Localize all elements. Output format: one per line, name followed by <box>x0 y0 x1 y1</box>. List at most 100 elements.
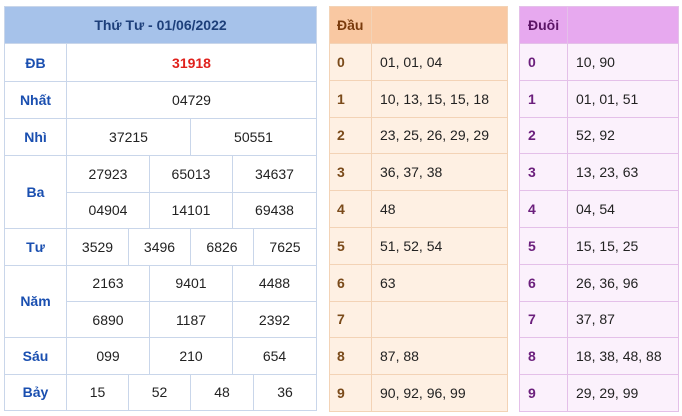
dau-values <box>371 300 508 339</box>
duoi-digit: 1 <box>519 79 568 118</box>
duoi-values: 52, 92 <box>567 116 679 155</box>
results-table: Thứ Tư - 01/06/2022 ĐB 31918 Nhất 04729 … <box>3 5 318 412</box>
prize-number: 654 <box>231 337 318 375</box>
duoi-row: 4 04, 54 <box>519 190 679 228</box>
duoi-row: 0 10, 90 <box>519 43 679 81</box>
prize-number: 2392 <box>231 300 318 339</box>
duoi-digit: 8 <box>519 337 568 376</box>
dau-values: 01, 01, 04 <box>371 43 508 81</box>
dau-values: 90, 92, 96, 99 <box>371 374 508 412</box>
dau-digit: 1 <box>329 79 372 118</box>
prize-number: 6826 <box>190 228 254 266</box>
prize-number: 36 <box>252 373 318 412</box>
dau-values: 10, 13, 15, 15, 18 <box>371 79 508 118</box>
prize-number: 1187 <box>149 300 233 339</box>
dau-digit: 7 <box>329 300 372 339</box>
duoi-values: 04, 54 <box>567 190 679 228</box>
prize-number: 27923 <box>66 155 150 193</box>
prize-number: 14101 <box>149 191 233 230</box>
prize-number: 50551 <box>189 118 318 157</box>
duoi-digit: 4 <box>519 190 568 228</box>
prize-row-nhi: Nhì 37215 50551 <box>4 118 318 157</box>
dau-row: 8 87, 88 <box>329 337 508 376</box>
duoi-values: 18, 38, 48, 88 <box>567 337 679 376</box>
duoi-digit: 7 <box>519 300 568 339</box>
prize-number: 52 <box>128 373 191 412</box>
dau-row: 6 63 <box>329 263 508 302</box>
duoi-row: 8 18, 38, 48, 88 <box>519 337 679 376</box>
dau-digit: 0 <box>329 43 372 81</box>
duoi-values: 26, 36, 96 <box>567 263 679 302</box>
duoi-values: 15, 15, 25 <box>567 226 679 265</box>
prize-row-nam: Năm 2163 9401 4488 <box>4 264 318 339</box>
dau-values: 63 <box>371 263 508 302</box>
prize-number: 65013 <box>149 155 233 193</box>
results-header: Thứ Tư - 01/06/2022 <box>3 5 318 45</box>
prize-row-sau: Sáu 099 210 654 <box>4 337 318 375</box>
dau-row: 2 23, 25, 26, 29, 29 <box>329 116 508 155</box>
duoi-digit: 5 <box>519 226 568 265</box>
dau-row: 1 10, 13, 15, 15, 18 <box>329 79 508 118</box>
prize-number: 099 <box>66 337 150 375</box>
duoi-row: 2 52, 92 <box>519 116 679 155</box>
prize-label-bay: Bảy <box>4 373 67 412</box>
prize-number: 7625 <box>252 228 318 266</box>
dau-digit: 5 <box>329 226 372 265</box>
dau-table: Đầu 0 01, 01, 04 1 10, 13, 15, 15, 18 2 23, 2… <box>329 6 508 412</box>
duoi-header: Đuôi <box>519 6 568 44</box>
dau-header-row: Đầu <box>329 6 508 44</box>
duoi-digit: 6 <box>519 263 568 302</box>
dau-digit: 4 <box>329 190 372 228</box>
duoi-values: 29, 29, 99 <box>567 374 679 412</box>
prize-label-tu: Tư <box>4 228 67 266</box>
duoi-digit: 0 <box>519 43 568 81</box>
prize-label-nhat: Nhất <box>4 80 67 120</box>
duoi-digit: 3 <box>519 153 568 192</box>
duoi-header-row: Đuôi <box>519 6 679 44</box>
dau-row: 0 01, 01, 04 <box>329 43 508 81</box>
prize-number: 04904 <box>66 191 150 230</box>
prize-row-tu: Tư 3529 3496 6826 7625 <box>4 228 318 266</box>
duoi-values: 01, 01, 51 <box>567 79 679 118</box>
prize-number: 69438 <box>231 191 318 230</box>
prize-number: 15 <box>66 373 129 412</box>
prize-number: 37215 <box>66 118 191 157</box>
dau-values: 23, 25, 26, 29, 29 <box>371 116 508 155</box>
prize-number: 9401 <box>149 264 233 302</box>
duoi-row: 6 26, 36, 96 <box>519 263 679 302</box>
duoi-table: Đuôi 0 10, 90 1 01, 01, 51 2 52, 92 3 13, 23, 6… <box>519 6 679 412</box>
dau-row: 7 <box>329 300 508 339</box>
duoi-row: 9 29, 29, 99 <box>519 374 679 412</box>
duoi-row: 7 37, 87 <box>519 300 679 339</box>
dau-body: 0 01, 01, 04 1 10, 13, 15, 15, 18 2 23, 25, 2… <box>329 43 508 412</box>
dau-header: Đầu <box>329 6 372 44</box>
dau-values: 48 <box>371 190 508 228</box>
prize-number: 3529 <box>66 228 129 266</box>
dau-values: 51, 52, 54 <box>371 226 508 265</box>
prize-number: 34637 <box>231 155 318 193</box>
dau-row: 9 90, 92, 96, 99 <box>329 374 508 412</box>
dau-row: 4 48 <box>329 190 508 228</box>
prize-row-bay: Bảy 15 52 48 36 <box>4 373 318 412</box>
prize-label-db: ĐB <box>4 43 67 82</box>
prize-number: 4488 <box>231 264 318 302</box>
prize-number: 04729 <box>65 80 318 120</box>
duoi-header-blank <box>567 6 679 44</box>
prize-label-nam: Năm <box>4 264 67 339</box>
special-prize-number: 31918 <box>65 43 318 82</box>
prize-row-nhat: Nhất 04729 <box>4 80 318 120</box>
prize-row-db: ĐB 31918 <box>4 43 318 82</box>
dau-digit: 9 <box>329 374 372 412</box>
duoi-row: 3 13, 23, 63 <box>519 153 679 192</box>
dau-row: 3 36, 37, 38 <box>329 153 508 192</box>
duoi-values: 37, 87 <box>567 300 679 339</box>
dau-digit: 3 <box>329 153 372 192</box>
duoi-digit: 2 <box>519 116 568 155</box>
prize-number: 2163 <box>66 264 150 302</box>
prize-number: 6890 <box>66 300 150 339</box>
duoi-body: 0 10, 90 1 01, 01, 51 2 52, 92 3 13, 23, 63 4 04,… <box>519 43 679 412</box>
prize-label-nhi: Nhì <box>4 118 67 157</box>
dau-values: 36, 37, 38 <box>371 153 508 192</box>
prize-label-ba: Ba <box>4 155 67 230</box>
prize-number: 3496 <box>128 228 191 266</box>
